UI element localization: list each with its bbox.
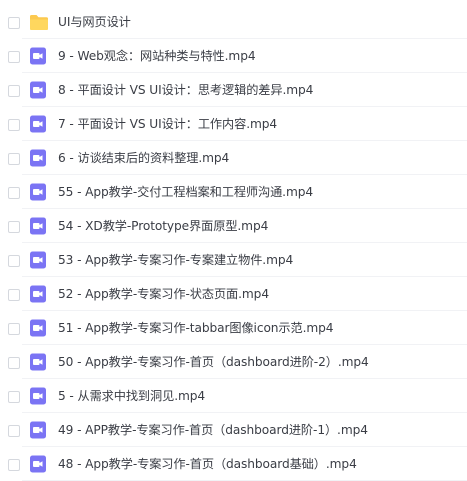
row-checkbox[interactable] (8, 255, 20, 267)
row-checkbox[interactable] (8, 85, 20, 97)
file-row[interactable]: 53 - App教学-专案习作-专案建立物件.mp4 (0, 243, 467, 277)
row-checkbox[interactable] (8, 17, 20, 29)
row-checkbox[interactable] (8, 51, 20, 63)
file-name[interactable]: 52 - App教学-专案习作-状态页面.mp4 (58, 277, 269, 311)
file-row[interactable]: 9 - Web观念：网站种类与特性.mp4 (0, 39, 467, 73)
row-checkbox[interactable] (8, 153, 20, 165)
file-row[interactable]: 51 - App教学-专案习作-tabbar图像icon示范.mp4 (0, 311, 467, 345)
row-checkbox[interactable] (8, 425, 20, 437)
file-name[interactable]: 50 - App教学-专案习作-首页（dashboard进阶-2）.mp4 (58, 345, 369, 379)
file-row[interactable]: 6 - 访谈结束后的资料整理.mp4 (0, 141, 467, 175)
file-name[interactable]: 6 - 访谈结束后的资料整理.mp4 (58, 141, 229, 175)
video-file-icon (29, 455, 49, 473)
video-file-icon (29, 217, 49, 235)
video-file-icon (29, 115, 49, 133)
row-checkbox[interactable] (8, 391, 20, 403)
file-name[interactable]: 48 - App教学-专案习作-首页（dashboard基础）.mp4 (58, 447, 357, 481)
file-row[interactable]: 5 - 从需求中找到洞见.mp4 (0, 379, 467, 413)
row-checkbox[interactable] (8, 187, 20, 199)
file-name[interactable]: 51 - App教学-专案习作-tabbar图像icon示范.mp4 (58, 311, 334, 345)
row-checkbox[interactable] (8, 221, 20, 233)
file-name[interactable]: 49 - APP教学-专案习作-首页（dashboard进阶-1）.mp4 (58, 413, 368, 447)
video-file-icon (29, 149, 49, 167)
file-name[interactable]: 7 - 平面设计 VS UI设计：工作内容.mp4 (58, 107, 277, 141)
file-row[interactable]: 7 - 平面设计 VS UI设计：工作内容.mp4 (0, 107, 467, 141)
folder-icon (29, 13, 49, 31)
file-row[interactable]: 48 - App教学-专案习作-首页（dashboard基础）.mp4 (0, 447, 467, 481)
file-row[interactable]: 55 - App教学-交付工程档案和工程师沟通.mp4 (0, 175, 467, 209)
row-checkbox[interactable] (8, 459, 20, 471)
video-file-icon (29, 285, 49, 303)
video-file-icon (29, 81, 49, 99)
file-name[interactable]: 8 - 平面设计 VS UI设计：思考逻辑的差异.mp4 (58, 73, 313, 107)
file-name[interactable]: 9 - Web观念：网站种类与特性.mp4 (58, 39, 256, 73)
video-file-icon (29, 353, 49, 371)
file-name[interactable]: 55 - App教学-交付工程档案和工程师沟通.mp4 (58, 175, 313, 209)
file-name[interactable]: 53 - App教学-专案习作-专案建立物件.mp4 (58, 243, 293, 277)
video-file-icon (29, 421, 49, 439)
file-name[interactable]: 5 - 从需求中找到洞见.mp4 (58, 379, 205, 413)
video-file-icon (29, 47, 49, 65)
video-file-icon (29, 319, 49, 337)
video-file-icon (29, 387, 49, 405)
file-list: UI与网页设计 9 - Web观念：网站种类与特性.mp4 8 - 平面设计 V… (0, 5, 467, 481)
file-name[interactable]: UI与网页设计 (58, 5, 131, 39)
row-checkbox[interactable] (8, 323, 20, 335)
video-file-icon (29, 251, 49, 269)
video-file-icon (29, 183, 49, 201)
file-row[interactable]: 52 - App教学-专案习作-状态页面.mp4 (0, 277, 467, 311)
file-row[interactable]: 8 - 平面设计 VS UI设计：思考逻辑的差异.mp4 (0, 73, 467, 107)
file-row[interactable]: 50 - App教学-专案习作-首页（dashboard进阶-2）.mp4 (0, 345, 467, 379)
row-checkbox[interactable] (8, 119, 20, 131)
row-checkbox[interactable] (8, 357, 20, 369)
folder-row[interactable]: UI与网页设计 (0, 5, 467, 39)
file-row[interactable]: 49 - APP教学-专案习作-首页（dashboard进阶-1）.mp4 (0, 413, 467, 447)
file-row[interactable]: 54 - XD教学-Prototype界面原型.mp4 (0, 209, 467, 243)
file-name[interactable]: 54 - XD教学-Prototype界面原型.mp4 (58, 209, 268, 243)
row-checkbox[interactable] (8, 289, 20, 301)
